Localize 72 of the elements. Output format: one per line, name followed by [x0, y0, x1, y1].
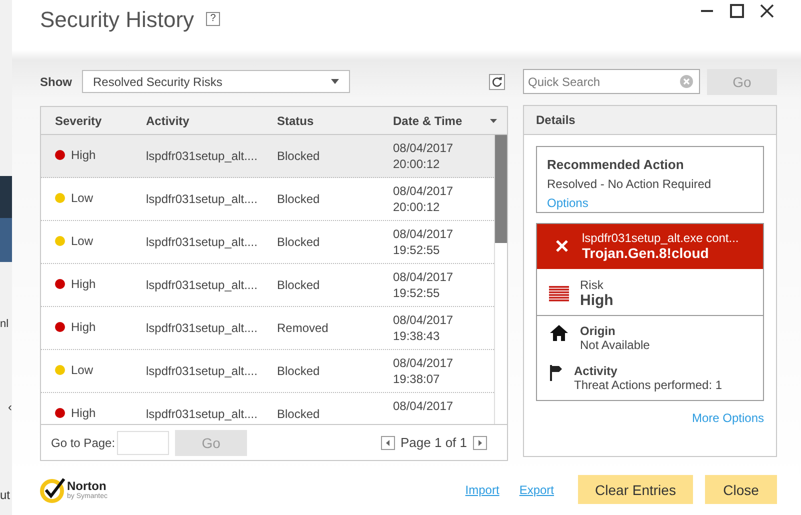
date-time-text: 08/04/2017	[393, 398, 454, 414]
window-title: Security History	[40, 7, 194, 33]
date-time-text: 08/04/2017 19:52:55	[393, 269, 454, 301]
info-label: Origin	[580, 324, 616, 338]
info-value: High	[580, 292, 614, 309]
footer-button[interactable]: Close	[705, 475, 777, 504]
activity-text: lspdfr031setup_alt....	[146, 278, 258, 292]
activity-text: lspdfr031setup_alt....	[146, 407, 258, 421]
activity-text: lspdfr031setup_alt....	[146, 192, 258, 206]
previous-page-icon[interactable]	[380, 436, 394, 450]
next-page-icon[interactable]	[473, 436, 487, 450]
activity-text: lspdfr031setup_alt....	[146, 321, 258, 335]
severity-text: High	[71, 148, 96, 162]
caret-icon	[331, 79, 339, 84]
activity-text: lspdfr031setup_alt....	[146, 149, 258, 163]
threat-file-text: lspdfr031setup_alt.exe cont...	[582, 231, 739, 245]
risk-bars-icon	[549, 286, 569, 302]
column-header[interactable]: Activity	[146, 114, 277, 128]
background-text: ut	[0, 488, 10, 502]
show-label: Show	[40, 74, 73, 88]
scrollbar[interactable]	[494, 135, 507, 424]
activity-text: lspdfr031setup_alt....	[146, 235, 258, 249]
details-header: Details	[524, 106, 776, 135]
severity-text: High	[71, 406, 96, 420]
status-text: Blocked	[277, 407, 321, 421]
status-text: Blocked	[277, 235, 321, 249]
scrollbar-thumb[interactable]	[495, 135, 507, 243]
severity-text: High	[71, 277, 96, 291]
status-text: Blocked	[277, 364, 321, 378]
search-field[interactable]: Quick Search	[523, 69, 700, 94]
footer-button[interactable]: Clear Entries	[578, 475, 693, 504]
info-label: Activity	[574, 364, 618, 378]
background-text: ‹	[8, 400, 12, 414]
refresh-icon[interactable]	[489, 74, 505, 90]
severity-text: Low	[71, 234, 94, 248]
column-header[interactable]: Date & Time	[393, 114, 483, 128]
info-value: Not Available	[580, 338, 650, 352]
filter-dropdown[interactable]: Resolved Security Risks	[82, 70, 350, 93]
date-time-text: 08/04/2017 19:52:55	[393, 226, 454, 258]
page-input-field[interactable]	[117, 430, 170, 454]
severity-text: Low	[71, 191, 94, 205]
date-time-text: 08/04/2017 19:38:43	[393, 312, 454, 344]
maximize-icon[interactable]	[730, 4, 744, 18]
recommended-action-text: Resolved - No Action Required	[547, 177, 712, 191]
date-time-text: 08/04/2017 20:00:12	[393, 183, 454, 215]
status-text: Blocked	[277, 278, 321, 292]
status-text: Blocked	[277, 149, 321, 163]
go-to-page-label: Go to Page:	[51, 436, 116, 450]
table-row[interactable]: High lspdfr031setup_alt.... Blocked 08/04/2017 20:00:12	[41, 135, 494, 178]
check-badge-icon	[40, 476, 66, 502]
help-button[interactable]: ?	[206, 12, 220, 26]
background-text: nl	[0, 318, 9, 330]
page-indicator: Page 1 of 1	[400, 435, 467, 450]
column-header[interactable]: Severity	[41, 114, 146, 128]
close-icon[interactable]	[760, 4, 774, 18]
column-header[interactable]: Status	[277, 114, 393, 128]
recommended-action-title: Recommended Action	[547, 157, 685, 172]
logo-text: Norton	[67, 479, 108, 493]
date-time-text: 08/04/2017 20:00:12	[393, 140, 454, 172]
severity-text: High	[71, 320, 96, 334]
info-label: Risk	[580, 278, 604, 292]
flag-icon	[549, 364, 563, 382]
severity-text: Low	[71, 363, 94, 377]
date-time-text: 08/04/2017 19:38:07	[393, 355, 454, 387]
status-text: Blocked	[277, 192, 321, 206]
cross-icon	[556, 240, 568, 252]
sort-caret-icon	[490, 119, 497, 123]
house-icon	[549, 324, 569, 342]
activity-text: lspdfr031setup_alt....	[146, 364, 258, 378]
threat-name: Trojan.Gen.8!cloud	[582, 245, 710, 261]
status-text: Removed	[277, 321, 330, 335]
info-value: Threat Actions performed: 1	[574, 378, 722, 392]
